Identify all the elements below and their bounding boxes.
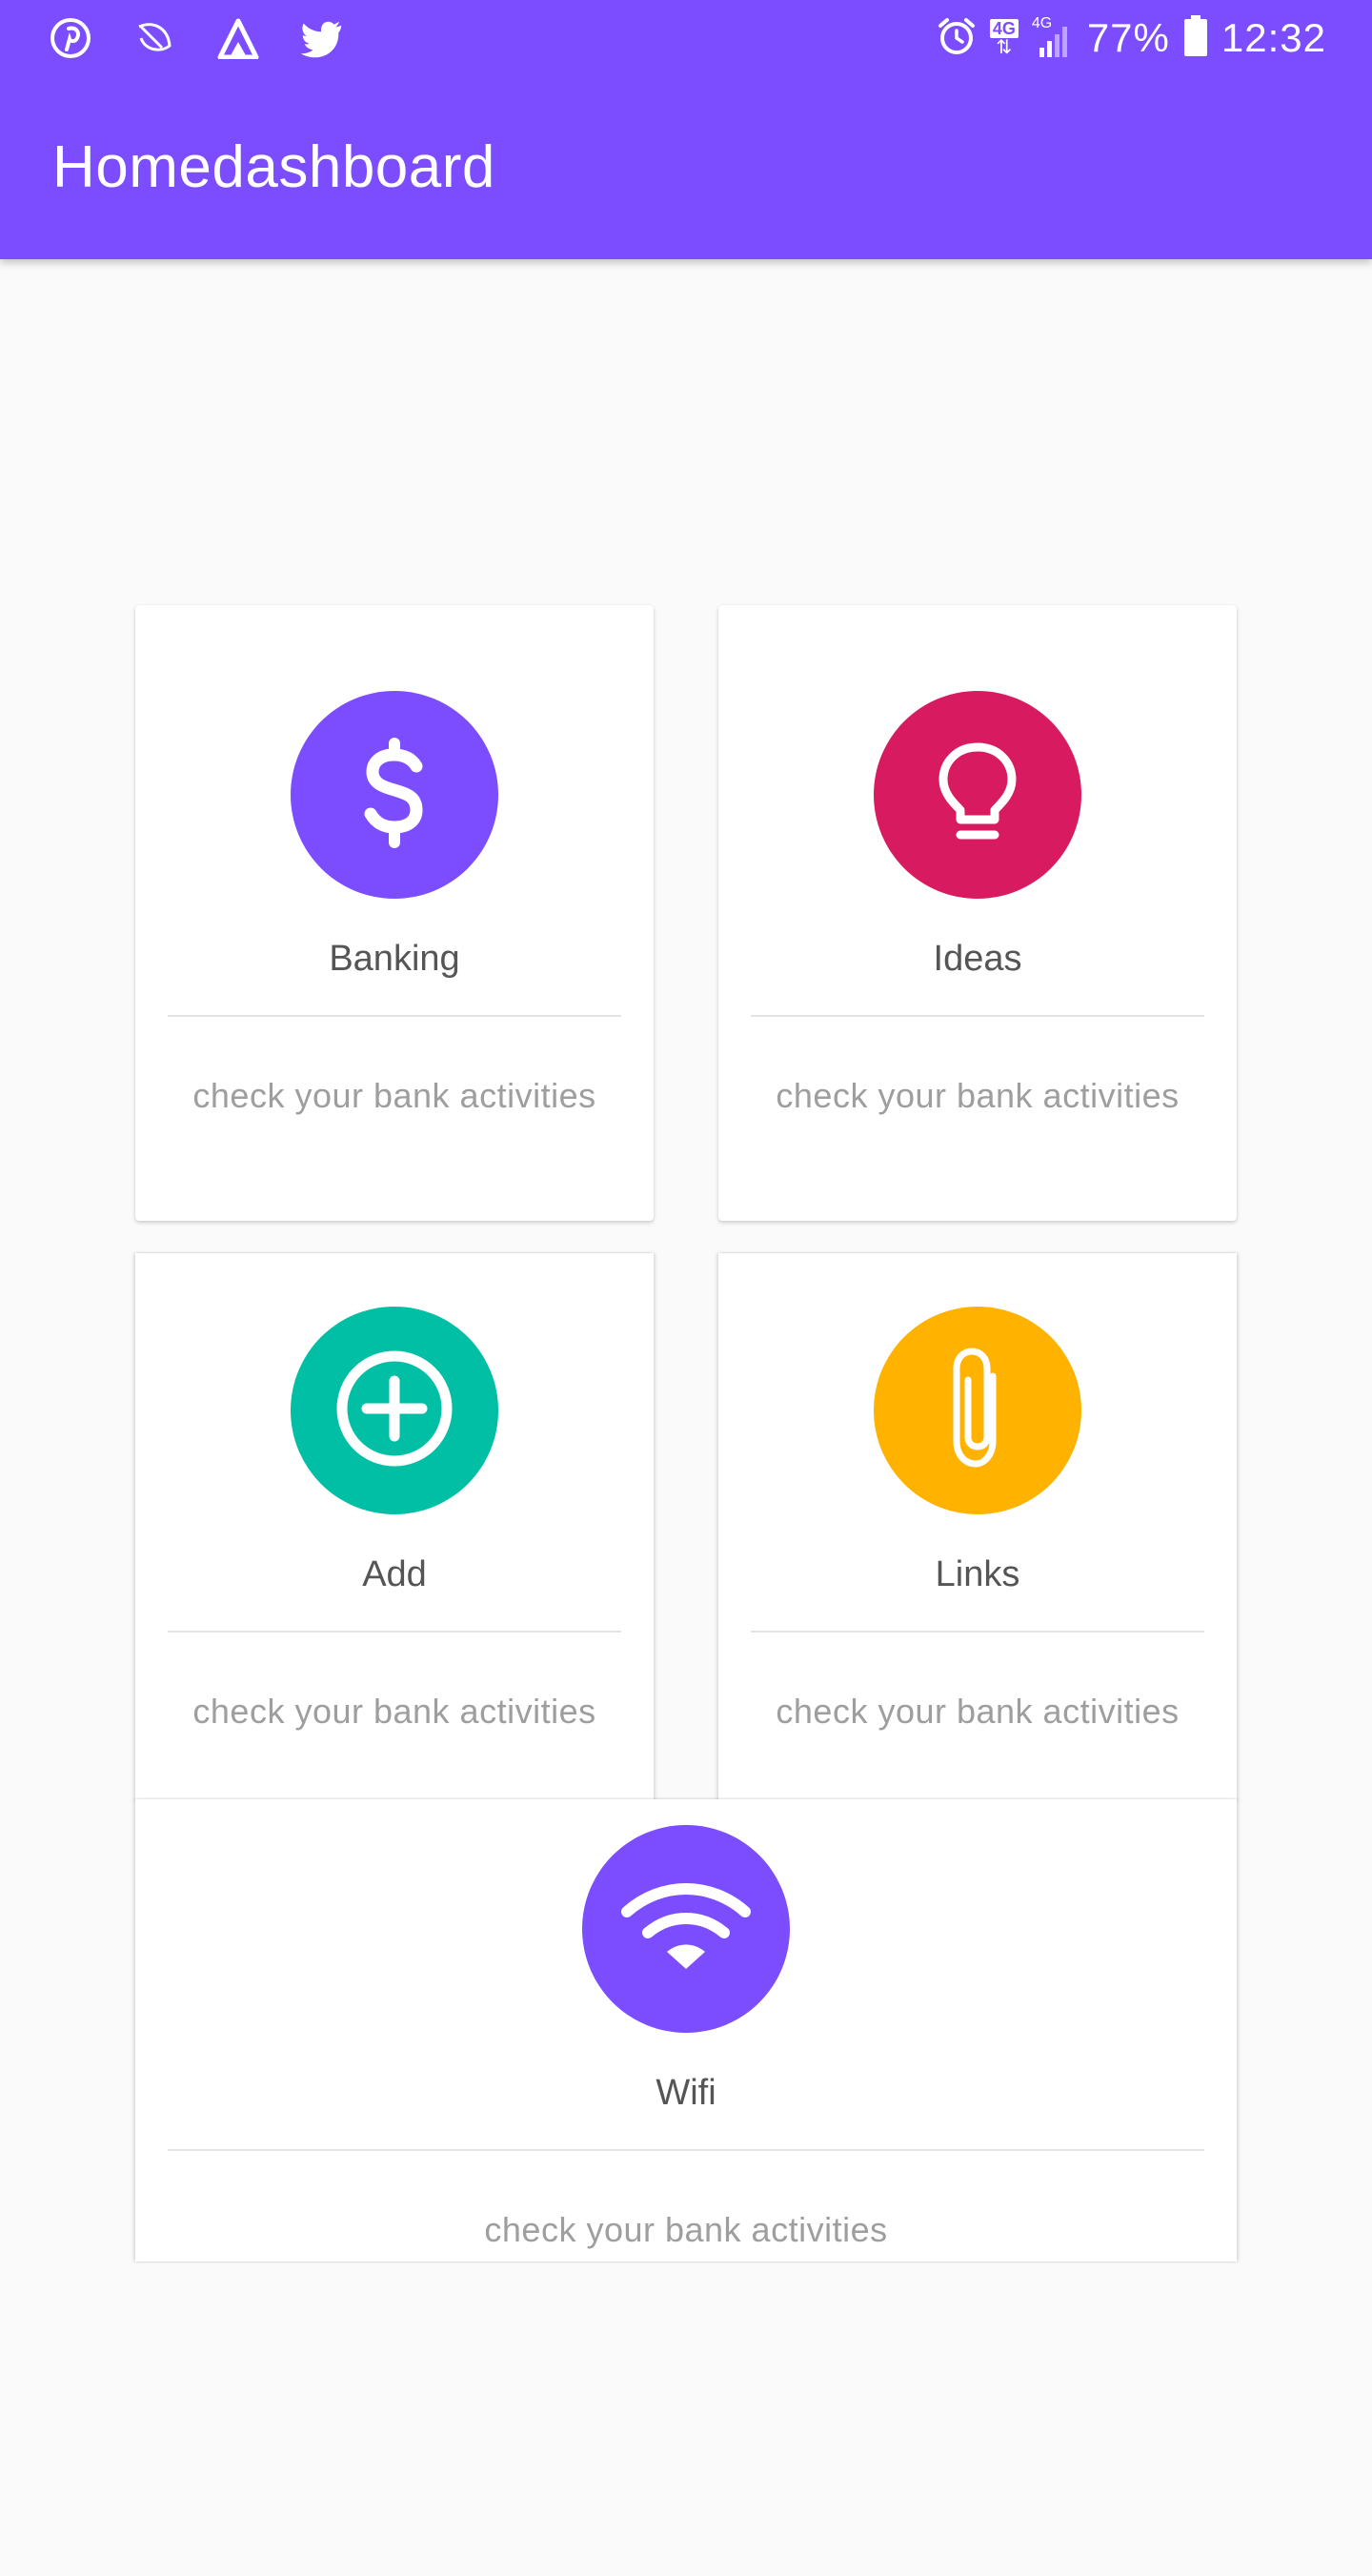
paperclip-icon xyxy=(939,1342,1016,1480)
signal-icon: 4G xyxy=(1032,15,1074,59)
banking-icon-circle xyxy=(291,691,498,899)
card-divider xyxy=(751,1631,1204,1633)
ideas-card[interactable]: Ideas check your bank activities xyxy=(718,605,1237,1221)
battery-percent: 77% xyxy=(1086,15,1170,60)
wifi-icon xyxy=(619,1879,753,1979)
banking-card[interactable]: Banking check your bank activities xyxy=(135,605,654,1221)
pinterest-icon xyxy=(48,15,93,61)
card-description: check your bank activities xyxy=(192,1076,596,1115)
links-card[interactable]: Links check your bank activities xyxy=(718,1253,1237,1801)
arrow-a-icon xyxy=(215,15,261,61)
card-label: Ideas xyxy=(933,939,1022,979)
alarm-icon xyxy=(937,16,977,61)
card-description: check your bank activities xyxy=(776,1076,1180,1115)
card-description: check your bank activities xyxy=(776,1692,1180,1731)
lightbulb-icon xyxy=(930,736,1025,855)
card-label: Add xyxy=(362,1554,427,1594)
wifi-icon-circle xyxy=(582,1825,790,2033)
data-4g-icon: 4G ⇅ xyxy=(989,19,1019,57)
card-description: check your bank activities xyxy=(484,2210,888,2249)
status-bar-notifications xyxy=(48,15,345,61)
leaf-icon xyxy=(131,15,177,61)
app-bar: 4G ⇅ 4G 77% 12:32 Homedashboard xyxy=(0,0,1372,259)
card-divider xyxy=(751,1015,1204,1017)
page-title: Homedashboard xyxy=(52,134,495,200)
ideas-icon-circle xyxy=(874,691,1081,899)
battery-icon xyxy=(1183,14,1208,62)
card-label: Wifi xyxy=(656,2073,716,2113)
dollar-icon xyxy=(352,736,437,855)
add-icon-circle xyxy=(291,1307,498,1514)
add-circle-icon xyxy=(333,1347,456,1475)
status-bar-system: 4G ⇅ 4G 77% 12:32 xyxy=(937,13,1326,63)
card-label: Links xyxy=(935,1554,1020,1594)
card-label: Banking xyxy=(329,939,460,979)
clock: 12:32 xyxy=(1221,15,1326,60)
wifi-card[interactable]: Wifi check your bank activities xyxy=(135,1799,1237,2262)
card-divider xyxy=(168,1015,621,1017)
twitter-icon xyxy=(299,15,345,61)
links-icon-circle xyxy=(874,1307,1081,1514)
card-divider xyxy=(168,2149,1204,2151)
card-description: check your bank activities xyxy=(192,1692,596,1731)
card-divider xyxy=(168,1631,621,1633)
add-card[interactable]: Add check your bank activities xyxy=(135,1253,654,1801)
